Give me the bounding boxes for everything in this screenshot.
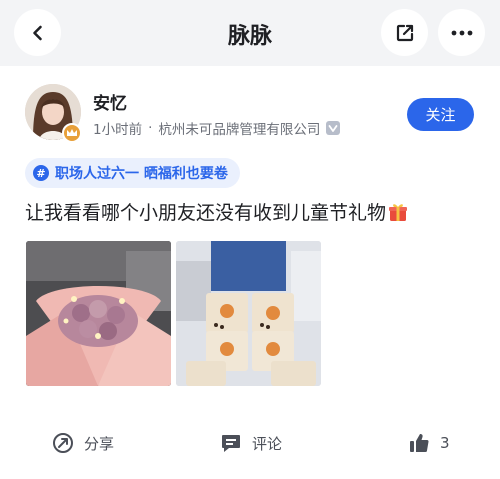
- post-photo-bubble-tea[interactable]: [176, 241, 321, 386]
- verified-icon: [326, 121, 341, 135]
- comment-icon: [222, 435, 240, 452]
- share-label: 分享: [84, 434, 115, 453]
- gift-icon: [388, 202, 408, 222]
- like-action[interactable]: 3: [408, 430, 450, 456]
- post-meta: 1小时前 · 杭州未可品牌管理有限公司: [93, 118, 341, 138]
- meta-separator: ·: [148, 120, 153, 136]
- more-options-button[interactable]: [438, 9, 485, 56]
- post-content: 让我看看哪个小朋友还没有收到儿童节礼物: [25, 198, 408, 225]
- post-text: 让我看看哪个小朋友还没有收到儿童节礼物: [25, 202, 387, 224]
- thumbs-up-icon: [410, 434, 429, 452]
- bubble-tea-cups-image: [176, 241, 321, 386]
- follow-button[interactable]: 关注: [407, 98, 474, 131]
- share-icon: [53, 433, 73, 453]
- share-button[interactable]: [381, 9, 428, 56]
- like-count: 3: [440, 434, 450, 452]
- share-export-icon: [396, 24, 413, 41]
- topic-tag[interactable]: # 职场人过六一 晒福利也要卷: [25, 158, 240, 188]
- comment-action[interactable]: 评论: [220, 430, 282, 456]
- top-navigation-bar: 脉脉: [0, 0, 500, 66]
- crown-badge-icon: [62, 123, 82, 143]
- topic-label: 职场人过六一 晒福利也要卷: [55, 166, 228, 182]
- author-company[interactable]: 杭州未可品牌管理有限公司: [158, 118, 320, 138]
- comment-label: 评论: [252, 434, 283, 453]
- share-action[interactable]: 分享: [52, 430, 114, 456]
- post-photo-bouquet[interactable]: [26, 241, 171, 386]
- hashtag-icon: #: [33, 165, 49, 181]
- flower-bouquet-image: [26, 241, 171, 386]
- post-time: 1小时前: [93, 122, 143, 138]
- author-name[interactable]: 安忆: [93, 89, 127, 114]
- more-dots-icon: [451, 30, 472, 35]
